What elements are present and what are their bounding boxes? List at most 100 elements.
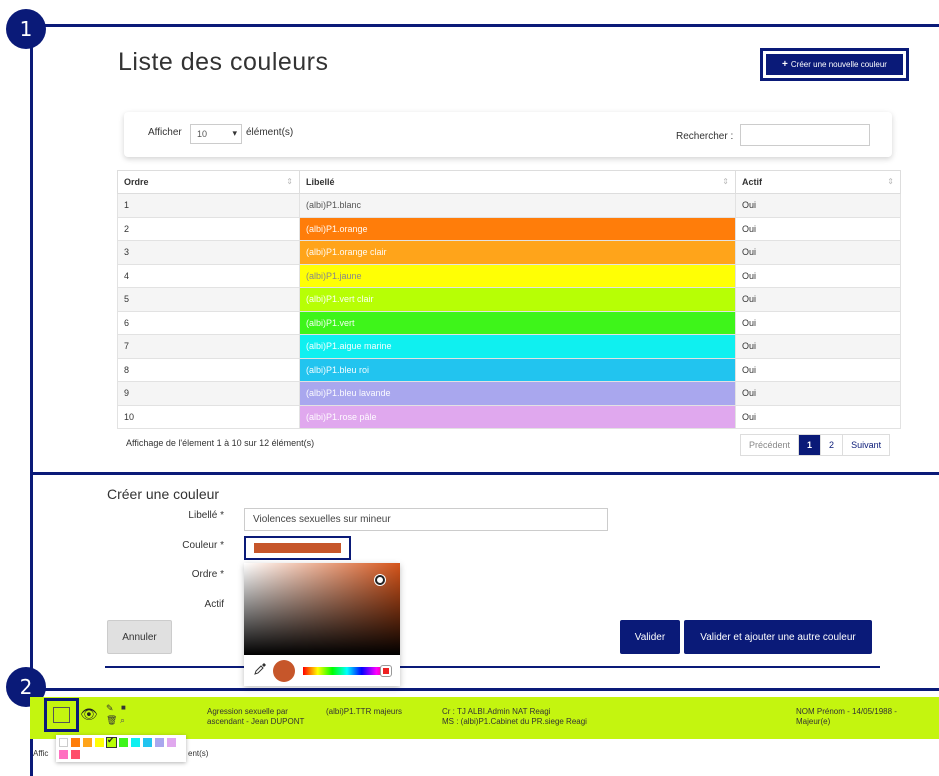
cell-libelle: (albi)P1.aigue marine (299, 334, 736, 359)
cancel-button[interactable]: Annuler (107, 620, 172, 654)
table-row[interactable]: 2 (albi)P1.orange Oui (117, 216, 901, 241)
row-color-selector[interactable] (44, 698, 79, 732)
pagination-page-1[interactable]: 1 (799, 435, 822, 455)
pagination-page-2[interactable]: 2 (821, 435, 844, 455)
cell-actif: Oui (735, 334, 901, 359)
bottom-info-left: Affic (33, 749, 49, 758)
row-col4-line1: NOM Prénom - 14/05/1988 - (796, 707, 897, 716)
chevron-down-icon: ▾ (232, 128, 237, 138)
cell-ordre: 5 (117, 287, 300, 312)
palette-swatch[interactable] (71, 738, 80, 747)
row-eye-icon[interactable]: 👁 (80, 707, 98, 721)
pencil-icon[interactable]: ✎ (106, 703, 114, 713)
cell-actif: Oui (735, 193, 901, 218)
trash-icon[interactable]: 🗑 (106, 715, 117, 725)
form-title: Créer une couleur (107, 486, 220, 502)
column-header-ordre[interactable]: Ordre ⇕ (117, 170, 300, 194)
cell-actif: Oui (735, 310, 901, 335)
column-header-actif[interactable]: Actif ⇕ (735, 170, 901, 194)
plus-icon: + (782, 59, 788, 70)
frame-separator-2 (30, 688, 939, 691)
create-button-highlight: + Créer une nouvelle couleur (760, 48, 909, 81)
row-color-swatch (53, 707, 70, 723)
table-row[interactable]: 5 (albi)P1.vert clair Oui (117, 287, 901, 312)
pagination-next[interactable]: Suivant (843, 435, 890, 455)
cell-ordre: 6 (117, 310, 300, 335)
table-row[interactable]: 1 (albi)P1.blanc Oui (117, 193, 901, 218)
palette-swatch[interactable] (167, 738, 176, 747)
cell-libelle: (albi)P1.jaune (299, 263, 736, 288)
cell-libelle: (albi)P1.orange clair (299, 240, 736, 265)
palette-swatch[interactable]: ✔ (106, 735, 117, 748)
eyedropper-icon[interactable] (254, 663, 266, 678)
table-row[interactable]: 7 (albi)P1.aigue marine Oui (117, 334, 901, 359)
cell-actif: Oui (735, 287, 901, 312)
color-swatch (254, 543, 341, 553)
cell-libelle: (albi)P1.rose pâle (299, 404, 736, 429)
row-col3-line2: MS : (albi)P1.Cabinet du PR.siege Reagi (442, 717, 587, 726)
frame-left-border (30, 24, 33, 776)
form-underline (105, 666, 880, 668)
cell-ordre: 7 (117, 334, 300, 359)
palette-swatch[interactable] (59, 738, 68, 747)
case-list-row[interactable]: 👁 ✎ 🗑 ■ ⌕ Agression sexuelle par ascenda… (30, 697, 939, 739)
hue-slider-thumb[interactable] (381, 666, 391, 676)
column-header-libelle-label: Libellé (306, 177, 335, 187)
row-col4-line2: Majeur(e) (796, 717, 831, 726)
table-row[interactable]: 6 (albi)P1.vert Oui (117, 310, 901, 335)
cell-actif: Oui (735, 240, 901, 265)
palette-swatch[interactable] (83, 738, 92, 747)
color-input[interactable] (244, 536, 351, 560)
table-row[interactable]: 3 (albi)P1.orange clair Oui (117, 240, 901, 265)
hue-slider[interactable] (303, 666, 391, 676)
palette-swatch[interactable] (95, 738, 104, 747)
table-row[interactable]: 8 (albi)P1.bleu roi Oui (117, 357, 901, 382)
color-picker-popup (244, 563, 400, 686)
palette-swatch[interactable] (71, 750, 80, 759)
table-info: Affichage de l'élement 1 à 10 sur 12 élé… (126, 438, 315, 448)
actif-label: Actif (204, 599, 224, 610)
table-row[interactable]: 10 (albi)P1.rose pâle Oui (117, 404, 901, 429)
step-badge-1: 1 (6, 9, 46, 49)
sort-icon: ⇕ (887, 177, 894, 186)
sort-icon: ⇕ (286, 177, 293, 186)
row-col1-line1: Agression sexuelle par (207, 707, 288, 716)
cell-libelle: (albi)P1.vert clair (299, 287, 736, 312)
validate-button[interactable]: Valider (620, 620, 680, 654)
create-color-button[interactable]: + Créer une nouvelle couleur (766, 54, 903, 75)
column-header-libelle[interactable]: Libellé ⇕ (299, 170, 736, 194)
cell-ordre: 4 (117, 263, 300, 288)
attachment-icon[interactable]: ⌕ (120, 715, 125, 725)
validate-add-button[interactable]: Valider et ajouter une autre couleur (684, 620, 872, 654)
cell-ordre: 8 (117, 357, 300, 382)
elements-label: élément(s) (246, 127, 294, 138)
palette-swatch[interactable] (119, 738, 128, 747)
page-title: Liste des couleurs (118, 48, 329, 76)
frame-separator-1 (30, 472, 939, 475)
cell-libelle: (albi)P1.bleu lavande (299, 381, 736, 406)
cell-ordre: 9 (117, 381, 300, 406)
search-input[interactable] (740, 124, 870, 146)
table-row[interactable]: 9 (albi)P1.bleu lavande Oui (117, 381, 901, 406)
column-header-actif-label: Actif (742, 177, 762, 187)
cell-actif: Oui (735, 381, 901, 406)
saturation-value-area[interactable] (244, 563, 400, 655)
color-picker-handle[interactable] (375, 575, 385, 585)
search-label: Rechercher : (676, 131, 734, 142)
cell-ordre: 1 (117, 193, 300, 218)
table-row[interactable]: 4 (albi)P1.jaune Oui (117, 263, 901, 288)
palette-swatch[interactable] (155, 738, 164, 747)
bottom-info-right: ent(s) (188, 749, 209, 758)
page-size-value: 10 (197, 129, 208, 139)
pagination-previous[interactable]: Précédent (741, 435, 800, 455)
palette-swatch[interactable] (59, 750, 68, 759)
palette-swatch[interactable] (143, 738, 152, 747)
cell-libelle: (albi)P1.vert (299, 310, 736, 335)
palette-swatch[interactable] (131, 738, 140, 747)
cell-actif: Oui (735, 263, 901, 288)
libelle-input[interactable]: Violences sexuelles sur mineur (244, 508, 608, 531)
page-size-select[interactable]: 10 ▾ (190, 124, 242, 144)
pagination: Précédent 1 2 Suivant (740, 434, 891, 456)
folder-icon[interactable]: ■ (121, 703, 126, 713)
table-filter-card: Afficher 10 ▾ élément(s) Rechercher : (124, 112, 892, 157)
